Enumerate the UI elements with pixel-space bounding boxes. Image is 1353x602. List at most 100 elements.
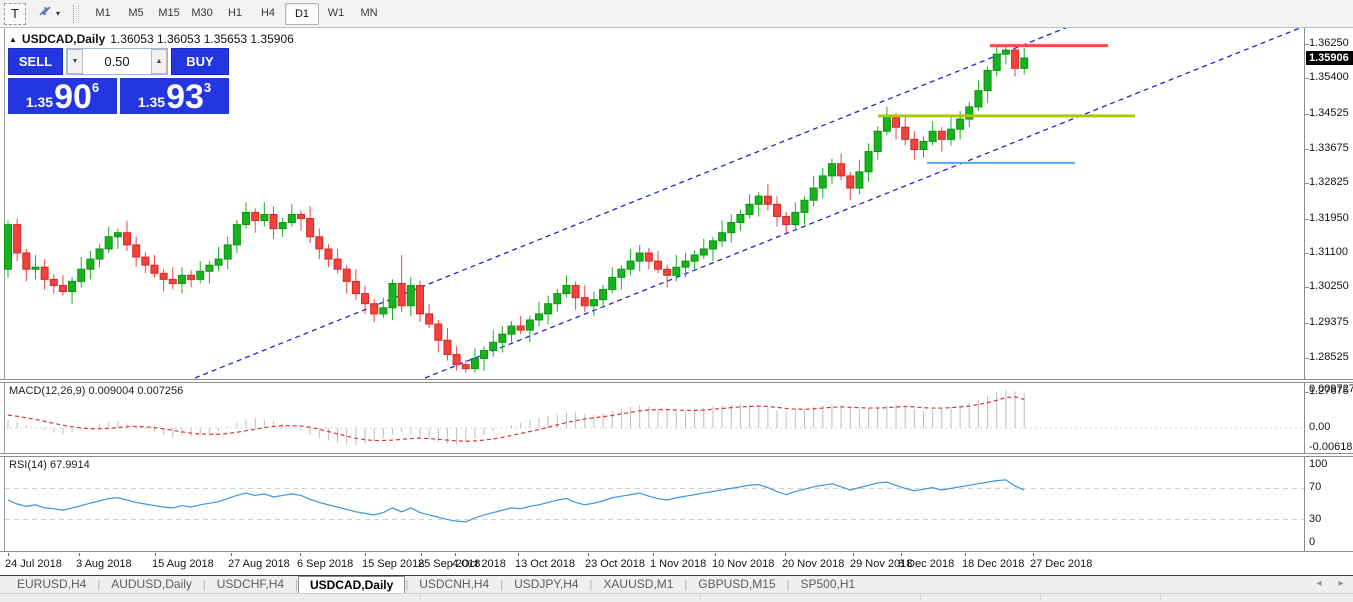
- candle-body: [232, 224, 241, 246]
- candle-body: [296, 213, 305, 220]
- timeframe-button-h1[interactable]: H1: [219, 3, 251, 23]
- date-tick-mark: [455, 553, 456, 556]
- sell-price-pipette: 6: [91, 80, 100, 95]
- candle-body: [287, 213, 296, 224]
- tab-gbpusd[interactable]: GBPUSD,M15: [687, 576, 786, 593]
- candle-body: [95, 248, 104, 260]
- buy-button[interactable]: BUY: [171, 48, 229, 75]
- tab-usdchf[interactable]: USDCHF,H4: [206, 576, 295, 593]
- tab-audusd[interactable]: AUDUSD,Daily: [100, 576, 203, 593]
- candle-body: [617, 268, 626, 278]
- volume-input[interactable]: [83, 49, 151, 74]
- tab-sp500[interactable]: SP500,H1: [790, 576, 867, 593]
- timeframe-button-d1[interactable]: D1: [285, 2, 320, 25]
- timeframe-button-w1[interactable]: W1: [320, 3, 352, 23]
- timeframe-button-mn[interactable]: MN: [353, 3, 385, 23]
- date-tick-label: 13 Oct 2018: [515, 558, 575, 570]
- candle-body: [791, 211, 800, 226]
- candle-body: [86, 258, 95, 270]
- date-tick-mark: [588, 553, 589, 556]
- date-tick-mark: [8, 553, 9, 556]
- date-tick-mark: [965, 553, 966, 556]
- timeframe-button-h4[interactable]: H4: [252, 3, 284, 23]
- buy-price-display[interactable]: 1.35 93 3: [120, 78, 229, 114]
- one-click-trade-panel: SELL ▼ ▲ BUY 1.35 90 6 1.35 93 3: [8, 48, 229, 114]
- candle-body: [31, 266, 40, 270]
- date-tick-mark: [155, 553, 156, 556]
- candle-body: [782, 215, 791, 226]
- volume-increase-button[interactable]: ▲: [151, 49, 167, 74]
- date-tick-mark: [715, 553, 716, 556]
- candle-body: [901, 126, 910, 140]
- candle-body: [4, 224, 12, 270]
- timeframe-button-m5[interactable]: M5: [120, 3, 152, 23]
- candle-body: [132, 244, 141, 258]
- candle-body: [516, 325, 525, 331]
- candle-body: [324, 248, 333, 260]
- price-tick-mark: [1305, 182, 1309, 184]
- candle-body: [40, 266, 49, 280]
- sell-price-display[interactable]: 1.35 90 6: [8, 78, 117, 114]
- candle-body: [150, 264, 159, 274]
- candle-body: [745, 203, 754, 215]
- trend-channel-line-2: [424, 28, 1302, 379]
- macd-indicator-canvas[interactable]: [0, 383, 1306, 453]
- price-tick-label: 1.34525: [1309, 107, 1349, 119]
- price-tick-mark: [1305, 323, 1309, 324]
- date-tick-mark: [853, 553, 854, 556]
- timeframe-button-row: M1 M5 M15 M30 H1 H4 D1 W1 MN: [87, 2, 385, 25]
- tab-scroll-right-icon[interactable]: ▸: [1334, 578, 1348, 589]
- toolbar-grip: [73, 4, 80, 23]
- macd-axis-label: 0.009727: [1309, 383, 1353, 395]
- rsi-axis-label: 70: [1309, 481, 1322, 493]
- candle-body: [635, 252, 644, 262]
- candle-body: [571, 284, 580, 299]
- date-tick-label: 15 Aug 2018: [152, 558, 214, 570]
- tab-usdcnh[interactable]: USDCNH,H4: [408, 576, 500, 593]
- tab-scroll-left-icon[interactable]: ◂: [1312, 578, 1326, 589]
- pointer-mode-button[interactable]: ▾: [34, 3, 63, 25]
- date-tick-mark: [421, 553, 422, 556]
- candle-body: [507, 325, 516, 335]
- chart-legend: ▲ USDCAD,Daily 1.36053 1.36053 1.35653 1…: [9, 32, 294, 46]
- collapse-trade-panel-icon[interactable]: ▲: [9, 35, 17, 44]
- candle-body: [342, 268, 351, 282]
- candle-body: [681, 260, 690, 268]
- candle-body: [22, 252, 31, 270]
- price-tick-label: 1.32825: [1309, 175, 1349, 188]
- chart-ohlc-values: 1.36053 1.36053 1.35653 1.35906: [110, 32, 294, 46]
- price-tick-mark: [1305, 44, 1309, 45]
- candle-body: [818, 175, 827, 189]
- tab-eurusd[interactable]: EURUSD,H4: [6, 576, 97, 593]
- date-tick-mark: [300, 553, 301, 556]
- tab-xauusd[interactable]: XAUUSD,M1: [592, 576, 684, 593]
- date-tick-mark: [231, 553, 232, 556]
- timeframe-button-m15[interactable]: M15: [153, 3, 185, 23]
- timeframe-button-m1[interactable]: M1: [87, 3, 119, 23]
- crossed-arrows-icon: [37, 4, 53, 23]
- date-tick-label: 27 Dec 2018: [1030, 558, 1093, 570]
- tab-usdcad[interactable]: USDCAD,Daily: [297, 575, 406, 594]
- candle-body: [708, 240, 717, 250]
- text-label-tool-button[interactable]: T: [4, 2, 26, 25]
- date-tick-label: 27 Aug 2018: [228, 558, 290, 570]
- date-tick-mark: [1033, 553, 1034, 556]
- candle-body: [956, 118, 965, 130]
- price-tick-mark: [1305, 357, 1309, 359]
- candle-body: [113, 232, 122, 238]
- candle-body: [452, 353, 461, 366]
- candle-body: [589, 299, 598, 307]
- candle-body: [159, 272, 168, 280]
- candle-body: [315, 236, 324, 250]
- volume-decrease-button[interactable]: ▼: [67, 49, 83, 74]
- volume-stepper: ▼ ▲: [66, 48, 168, 75]
- date-tick-mark: [518, 553, 519, 556]
- rsi-indicator-canvas[interactable]: [0, 457, 1306, 551]
- tab-row: EURUSD,H4 | AUDUSD,Daily | USDCHF,H4 | USDCAD,…: [6, 575, 867, 594]
- candle-body: [736, 213, 745, 224]
- sell-button[interactable]: SELL: [8, 48, 63, 75]
- date-tick-label: 23 Oct 2018: [585, 558, 645, 570]
- timeframe-button-m30[interactable]: M30: [186, 3, 218, 23]
- sell-price-prefix: 1.35: [25, 94, 54, 110]
- tab-usdjpy[interactable]: USDJPY,H4: [503, 576, 589, 593]
